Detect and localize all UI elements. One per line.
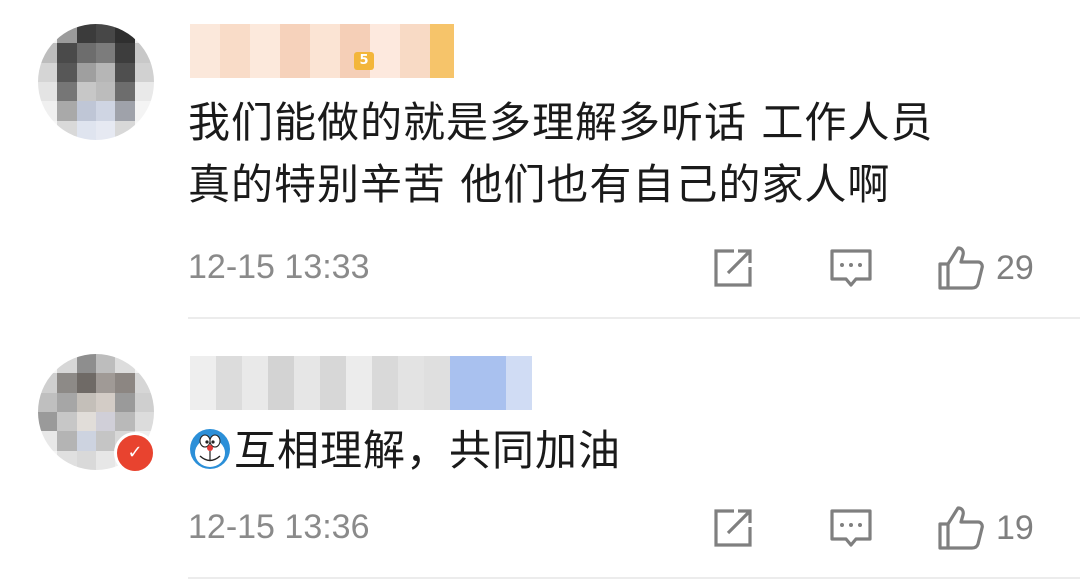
blurred-username[interactable]	[190, 24, 454, 78]
like-button[interactable]: 19	[936, 502, 1034, 554]
share-button[interactable]	[710, 242, 756, 294]
like-count: 19	[996, 508, 1034, 547]
comment-timestamp: 12-15 13:33	[188, 248, 370, 286]
comment-icon	[830, 249, 872, 287]
blurred-avatar-image	[38, 24, 154, 140]
thumbs-up-icon	[938, 246, 984, 290]
like-count: 29	[996, 248, 1034, 287]
comment-item: ✓ 互相理解，共同加油 12-15 13:36 19	[0, 318, 1080, 580]
red-weibo-badge: ✓	[114, 432, 156, 474]
share-icon	[714, 249, 752, 287]
like-button[interactable]: 29	[936, 242, 1034, 294]
doraemon-emoji	[190, 429, 230, 469]
thumbs-up-icon	[938, 506, 984, 550]
vip-badge: 5	[354, 52, 374, 70]
comment-timestamp: 12-15 13:36	[188, 508, 370, 546]
comment-text-line: 真的特别辛苦 他们也有自己的家人啊	[188, 160, 891, 209]
comment-actions: 19	[700, 502, 1060, 554]
share-button[interactable]	[710, 502, 756, 554]
avatar[interactable]	[38, 24, 154, 140]
blurred-username[interactable]	[190, 356, 532, 410]
comment-item: 5 我们能做的就是多理解多听话 工作人员 真的特别辛苦 他们也有自己的家人啊 1…	[0, 0, 1080, 318]
reply-button[interactable]	[828, 502, 874, 554]
comment-actions: 29	[700, 242, 1060, 294]
comment-text-line: 我们能做的就是多理解多听话 工作人员	[188, 98, 934, 147]
reply-button[interactable]	[828, 242, 874, 294]
comment-text-line: 互相理解，共同加油	[234, 426, 622, 475]
comment-icon	[830, 509, 872, 547]
comment-text: 互相理解，共同加油	[188, 420, 1048, 482]
share-icon	[714, 509, 752, 547]
divider	[188, 577, 1080, 579]
comment-text: 我们能做的就是多理解多听话 工作人员 真的特别辛苦 他们也有自己的家人啊	[188, 92, 1048, 216]
